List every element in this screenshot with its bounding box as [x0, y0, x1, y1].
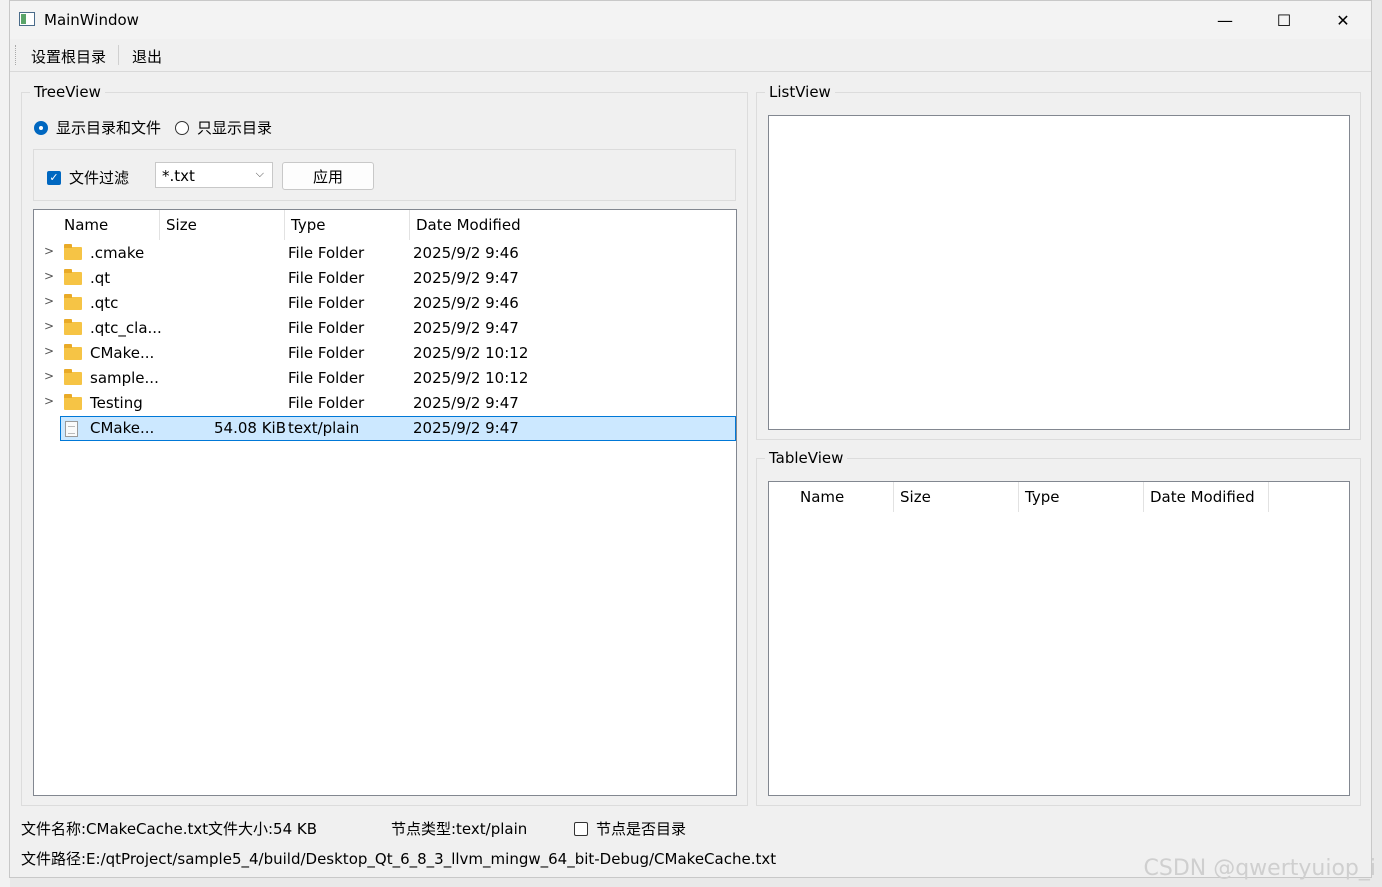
watermark: CSDN @qwertyuiop_i: [1143, 856, 1377, 881]
toolbar-grip[interactable]: [15, 45, 18, 65]
tree-row[interactable]: > Testing File Folder 2025/9/2 9:47: [34, 391, 736, 416]
header-size[interactable]: Size: [160, 210, 285, 240]
treeview-title: TreeView: [30, 83, 105, 101]
filter-checkbox-label: 文件过滤: [69, 169, 130, 187]
listview-title: ListView: [765, 83, 835, 101]
radio-dirs-only[interactable]: 只显示目录: [175, 117, 272, 138]
tree-row[interactable]: > sample... File Folder 2025/9/2 10:12: [34, 366, 736, 391]
tree-row[interactable]: > .cmake File Folder 2025/9/2 9:46: [34, 241, 736, 266]
tree-view[interactable]: Name Size Type Date Modified > .cmake Fi…: [33, 209, 737, 796]
apply-button[interactable]: 应用: [282, 162, 374, 190]
tableview-title: TableView: [765, 449, 848, 467]
table-header-size[interactable]: Size: [894, 482, 1019, 512]
listview-group: ListView: [756, 83, 1361, 440]
status-file-name: 文件名称:CMakeCache.txt: [21, 820, 209, 838]
status-file-size: 文件大小:54 KB: [208, 820, 318, 838]
row-date: 2025/9/2 9:47: [413, 269, 519, 287]
menu-bar: 设置根目录 退出: [10, 39, 1371, 72]
row-name: .cmake: [90, 244, 145, 262]
row-date: 2025/9/2 9:46: [413, 244, 519, 262]
chevron-right-icon[interactable]: >: [44, 344, 54, 358]
row-size: 54.08 KiB: [214, 419, 287, 437]
filter-checkbox[interactable]: ✓ 文件过滤: [47, 167, 129, 188]
radio-unchecked-icon: [175, 120, 189, 135]
tree-row[interactable]: > .qt File Folder 2025/9/2 9:47: [34, 266, 736, 291]
folder-icon: [64, 344, 82, 360]
row-date: 2025/9/2 9:47: [413, 419, 519, 437]
row-type: File Folder: [288, 294, 365, 312]
tree-row[interactable]: > .qtc File Folder 2025/9/2 9:46: [34, 291, 736, 316]
filter-combo-value: *.txt: [162, 167, 195, 185]
filter-box: ✓ 文件过滤 *.txt ⌵ 应用: [33, 149, 736, 201]
folder-icon: [64, 269, 82, 285]
tableview-group: TableView Name Size Type Date Modified: [756, 449, 1361, 806]
row-name: .qt: [90, 269, 111, 287]
chevron-right-icon[interactable]: >: [44, 269, 54, 283]
filter-combo[interactable]: *.txt ⌵: [155, 162, 273, 188]
row-type: File Folder: [288, 269, 365, 287]
radio-show-all[interactable]: 显示目录和文件: [34, 117, 161, 138]
folder-icon: [64, 394, 82, 410]
minimize-button[interactable]: —: [1196, 1, 1254, 39]
chevron-right-icon[interactable]: >: [44, 294, 54, 308]
chevron-right-icon[interactable]: >: [44, 319, 54, 333]
menu-set-root[interactable]: 设置根目录: [31, 46, 106, 67]
table-header-name[interactable]: Name: [794, 482, 894, 512]
row-type: text/plain: [288, 419, 360, 437]
status-file-path: 文件路径:E:/qtProject/sample5_4/build/Deskto…: [21, 850, 777, 868]
maximize-button[interactable]: ☐: [1255, 1, 1313, 39]
chevron-down-icon: ⌵: [255, 167, 264, 180]
radio-checked-icon: [34, 120, 48, 135]
folder-icon: [64, 294, 82, 310]
header-name[interactable]: Name: [58, 210, 160, 240]
title-bar: MainWindow — ☐ ✕: [10, 1, 1371, 39]
row-name: CMake...: [90, 419, 155, 437]
row-name: CMake...: [90, 344, 155, 362]
menu-separator: [118, 45, 119, 65]
chevron-right-icon[interactable]: >: [44, 394, 54, 408]
row-type: File Folder: [288, 394, 365, 412]
chevron-right-icon[interactable]: >: [44, 244, 54, 258]
row-type: File Folder: [288, 369, 365, 387]
folder-icon: [64, 244, 82, 260]
main-window: MainWindow — ☐ ✕ 设置根目录 退出 TreeView 显示目录和…: [9, 0, 1372, 878]
checkbox-unchecked-icon: [574, 821, 588, 836]
row-date: 2025/9/2 9:47: [413, 319, 519, 337]
close-button[interactable]: ✕: [1314, 1, 1372, 39]
row-type: File Folder: [288, 344, 365, 362]
table-view[interactable]: Name Size Type Date Modified: [768, 481, 1350, 796]
header-type[interactable]: Type: [285, 210, 410, 240]
row-name: .qtc: [90, 294, 119, 312]
row-date: 2025/9/2 9:46: [413, 294, 519, 312]
treeview-group: TreeView 显示目录和文件 只显示目录 ✓ 文件过滤 *.txt ⌵ 应用…: [21, 83, 748, 806]
row-date: 2025/9/2 9:47: [413, 394, 519, 412]
table-header-date[interactable]: Date Modified: [1144, 482, 1269, 512]
tree-row-selected[interactable]: CMake... 54.08 KiB text/plain 2025/9/2 9…: [60, 416, 736, 441]
row-name: sample...: [90, 369, 159, 387]
row-type: File Folder: [288, 319, 365, 337]
file-icon: [65, 421, 78, 437]
is-dir-label: 节点是否目录: [596, 820, 687, 838]
status-node-type: 节点类型:text/plain: [391, 820, 528, 838]
tree-row[interactable]: > CMake... File Folder 2025/9/2 10:12: [34, 341, 736, 366]
folder-icon: [64, 319, 82, 335]
chevron-right-icon[interactable]: >: [44, 369, 54, 383]
row-name: .qtc_cla...: [90, 319, 162, 337]
row-date: 2025/9/2 10:12: [413, 369, 529, 387]
app-icon: [19, 12, 35, 26]
radio-dirs-only-label: 只显示目录: [197, 119, 273, 137]
folder-icon: [64, 369, 82, 385]
row-name: Testing: [90, 394, 143, 412]
is-dir-checkbox[interactable]: 节点是否目录: [574, 818, 686, 839]
list-view[interactable]: [768, 115, 1350, 430]
radio-show-all-label: 显示目录和文件: [56, 119, 162, 137]
menu-exit[interactable]: 退出: [132, 46, 162, 67]
row-date: 2025/9/2 10:12: [413, 344, 529, 362]
tree-row[interactable]: > .qtc_cla... File Folder 2025/9/2 9:47: [34, 316, 736, 341]
window-title: MainWindow: [44, 11, 139, 29]
table-header-type[interactable]: Type: [1019, 482, 1144, 512]
row-type: File Folder: [288, 244, 365, 262]
header-date[interactable]: Date Modified: [410, 210, 736, 240]
check-icon: ✓: [47, 170, 61, 185]
